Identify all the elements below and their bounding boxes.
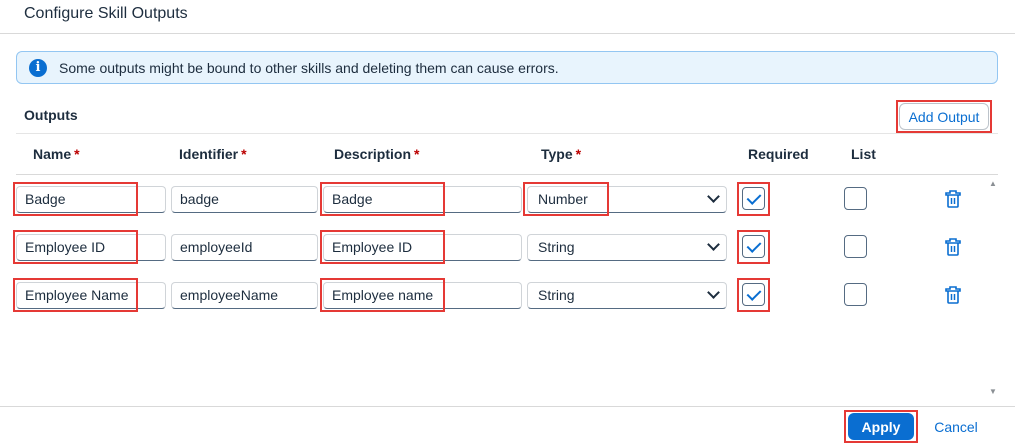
list-checkbox[interactable] xyxy=(844,283,867,306)
type-select-value: Number xyxy=(538,191,588,207)
description-input[interactable]: Badge xyxy=(323,186,522,213)
type-select[interactable]: String xyxy=(527,282,727,309)
description-input[interactable]: Employee name xyxy=(323,282,522,309)
info-message-strip: i Some outputs might be bound to other s… xyxy=(16,51,998,84)
list-checkbox[interactable] xyxy=(844,235,867,258)
chevron-down-icon xyxy=(707,238,720,251)
apply-button[interactable]: Apply xyxy=(848,413,914,440)
table-row: Badge badge Badge Number xyxy=(0,186,1000,226)
dialog-header: Configure Skill Outputs xyxy=(0,0,1015,34)
trash-icon[interactable] xyxy=(945,286,961,304)
table-header: Name * Identifier * Description * Type * Req… xyxy=(16,133,998,175)
table-row: Employee ID employeeId Employee ID Strin… xyxy=(0,234,1000,274)
required-checkbox[interactable] xyxy=(742,235,765,258)
name-input[interactable]: Badge xyxy=(16,186,166,213)
trash-icon[interactable] xyxy=(945,238,961,256)
column-header-identifier: Identifier * xyxy=(179,146,247,162)
column-header-name: Name * xyxy=(33,146,80,162)
name-input[interactable]: Employee ID xyxy=(16,234,166,261)
column-header-required: Required xyxy=(748,146,809,162)
identifier-input[interactable]: badge xyxy=(171,186,318,213)
required-checkbox[interactable] xyxy=(742,187,765,210)
type-select-value: String xyxy=(538,287,575,303)
scroll-down-arrow[interactable]: ▼ xyxy=(989,387,997,396)
cancel-button[interactable]: Cancel xyxy=(925,413,987,440)
chevron-down-icon xyxy=(707,286,720,299)
required-checkbox[interactable] xyxy=(742,283,765,306)
info-icon: i xyxy=(29,59,47,77)
table-row: Employee Name employeeName Employee name… xyxy=(0,282,1000,322)
type-select-value: String xyxy=(538,239,575,255)
description-input[interactable]: Employee ID xyxy=(323,234,522,261)
list-checkbox[interactable] xyxy=(844,187,867,210)
add-output-button[interactable]: Add Output xyxy=(899,103,989,130)
type-select[interactable]: Number xyxy=(527,186,727,213)
identifier-input[interactable]: employeeName xyxy=(171,282,318,309)
column-header-description: Description * xyxy=(334,146,420,162)
trash-icon[interactable] xyxy=(945,190,961,208)
name-input[interactable]: Employee Name xyxy=(16,282,166,309)
outputs-section-title: Outputs xyxy=(24,107,78,123)
identifier-input[interactable]: employeeId xyxy=(171,234,318,261)
column-header-list: List xyxy=(851,146,876,162)
info-message-text: Some outputs might be bound to other ski… xyxy=(59,60,559,76)
type-select[interactable]: String xyxy=(527,234,727,261)
chevron-down-icon xyxy=(707,190,720,203)
dialog-title: Configure Skill Outputs xyxy=(24,5,188,22)
column-header-type: Type * xyxy=(541,146,582,162)
